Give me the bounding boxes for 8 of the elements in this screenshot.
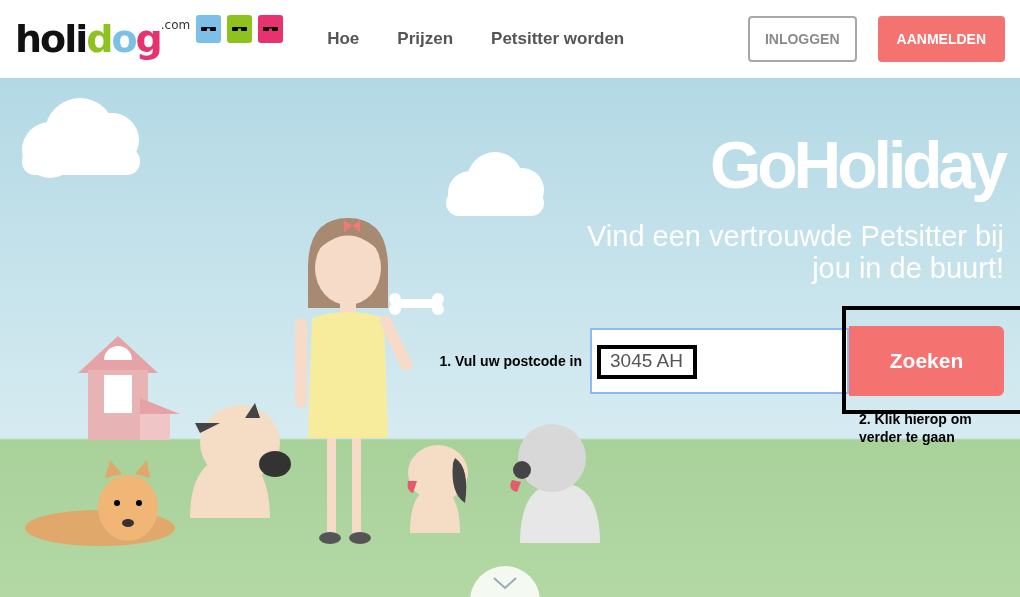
hero-title: GoHoliday (709, 130, 1004, 200)
postcode-field[interactable]: 3045 AH (590, 328, 849, 394)
nav-link[interactable]: Petsitter worden (491, 29, 625, 49)
nav-link[interactable]: Hoe (327, 29, 360, 49)
nav-link[interactable]: Prijzen (397, 29, 454, 49)
hero-subtitle: Vind een vertrouwde Petsitter bij jou in de buurt! (586, 220, 1004, 284)
annotation-text: 2. Klik hierop om verder te gaan (859, 410, 973, 446)
annotation-text: 1. Vul uw postcode in (439, 353, 582, 369)
